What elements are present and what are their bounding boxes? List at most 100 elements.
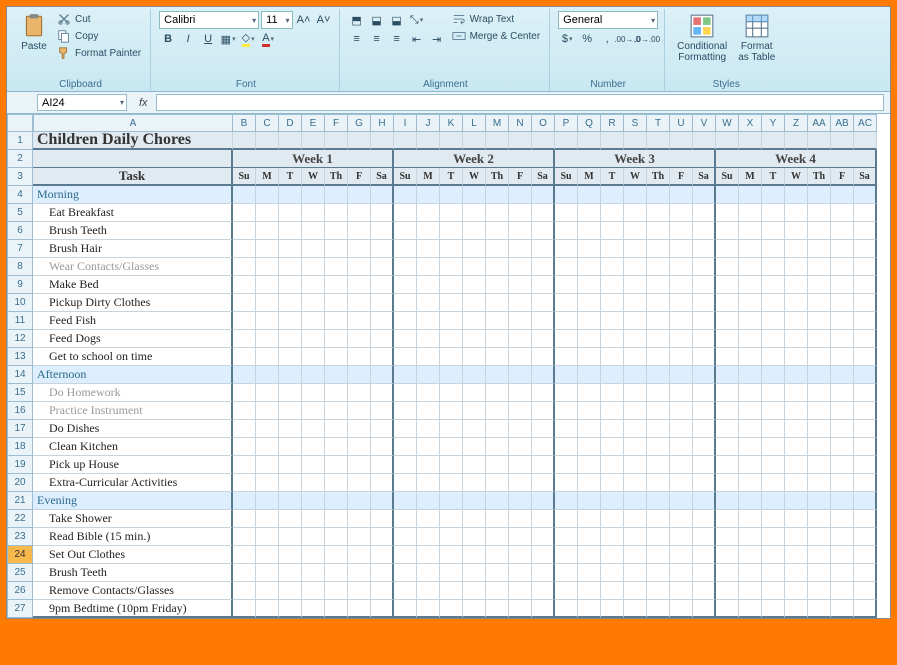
- cell[interactable]: [762, 474, 785, 492]
- cell[interactable]: [762, 456, 785, 474]
- task-label[interactable]: Pick up House: [33, 456, 233, 474]
- cell[interactable]: [854, 510, 877, 528]
- cell[interactable]: [831, 582, 854, 600]
- task-label[interactable]: Do Dishes: [33, 420, 233, 438]
- cell[interactable]: [325, 222, 348, 240]
- cell[interactable]: [762, 258, 785, 276]
- cell[interactable]: [486, 438, 509, 456]
- cell[interactable]: [601, 438, 624, 456]
- cell[interactable]: [532, 276, 555, 294]
- cell[interactable]: [808, 582, 831, 600]
- cell[interactable]: [555, 222, 578, 240]
- cell[interactable]: [670, 402, 693, 420]
- cell[interactable]: [716, 294, 739, 312]
- cell[interactable]: [831, 510, 854, 528]
- day-header[interactable]: Th: [647, 168, 670, 186]
- cell[interactable]: [716, 240, 739, 258]
- cell[interactable]: [509, 204, 532, 222]
- cell[interactable]: [578, 600, 601, 618]
- cell[interactable]: [578, 384, 601, 402]
- column-header[interactable]: W: [716, 114, 739, 132]
- cell[interactable]: [417, 420, 440, 438]
- cell[interactable]: [647, 528, 670, 546]
- week-header[interactable]: Week 1: [233, 150, 394, 168]
- cell[interactable]: [555, 204, 578, 222]
- cell[interactable]: [624, 474, 647, 492]
- cell[interactable]: [555, 294, 578, 312]
- cell[interactable]: [233, 330, 256, 348]
- cell[interactable]: [716, 132, 739, 150]
- cell[interactable]: [463, 384, 486, 402]
- cell[interactable]: [532, 600, 555, 618]
- cell[interactable]: [463, 186, 486, 204]
- cell[interactable]: [233, 600, 256, 618]
- cell[interactable]: [486, 402, 509, 420]
- cell[interactable]: [854, 492, 877, 510]
- cell[interactable]: [831, 312, 854, 330]
- cell[interactable]: [463, 258, 486, 276]
- cell[interactable]: [647, 384, 670, 402]
- cell[interactable]: [486, 240, 509, 258]
- cell[interactable]: [302, 258, 325, 276]
- cell[interactable]: [693, 258, 716, 276]
- cell[interactable]: [785, 600, 808, 618]
- cell[interactable]: [808, 438, 831, 456]
- column-header[interactable]: O: [532, 114, 555, 132]
- row-header[interactable]: 10: [7, 294, 33, 312]
- cell[interactable]: [302, 384, 325, 402]
- cell[interactable]: [348, 294, 371, 312]
- cell[interactable]: [831, 528, 854, 546]
- cell[interactable]: [785, 582, 808, 600]
- cell[interactable]: [486, 528, 509, 546]
- day-header[interactable]: T: [279, 168, 302, 186]
- cell[interactable]: [601, 258, 624, 276]
- cell[interactable]: [670, 474, 693, 492]
- cell[interactable]: [463, 348, 486, 366]
- cell[interactable]: [831, 402, 854, 420]
- cell[interactable]: [463, 222, 486, 240]
- cell[interactable]: [371, 294, 394, 312]
- cell[interactable]: [601, 528, 624, 546]
- cell[interactable]: [831, 186, 854, 204]
- cell[interactable]: [739, 276, 762, 294]
- cell[interactable]: [647, 546, 670, 564]
- cell[interactable]: [463, 564, 486, 582]
- cell[interactable]: [808, 600, 831, 618]
- cell[interactable]: [509, 330, 532, 348]
- cell[interactable]: [532, 132, 555, 150]
- day-header[interactable]: Th: [325, 168, 348, 186]
- cell[interactable]: [348, 528, 371, 546]
- cell[interactable]: [486, 600, 509, 618]
- cell[interactable]: [371, 600, 394, 618]
- cell[interactable]: [854, 600, 877, 618]
- day-header[interactable]: T: [440, 168, 463, 186]
- cell[interactable]: [739, 258, 762, 276]
- task-label[interactable]: Brush Teeth: [33, 222, 233, 240]
- cell[interactable]: [417, 204, 440, 222]
- task-header[interactable]: Task: [33, 168, 233, 186]
- cell[interactable]: [486, 294, 509, 312]
- cell[interactable]: [601, 186, 624, 204]
- cell[interactable]: [785, 366, 808, 384]
- cell[interactable]: [325, 348, 348, 366]
- cell[interactable]: [394, 294, 417, 312]
- cell[interactable]: [532, 528, 555, 546]
- cell[interactable]: [785, 528, 808, 546]
- cell[interactable]: [808, 222, 831, 240]
- cell[interactable]: [348, 474, 371, 492]
- cell[interactable]: [440, 294, 463, 312]
- cell[interactable]: [670, 564, 693, 582]
- cell[interactable]: [256, 546, 279, 564]
- day-header[interactable]: Sa: [371, 168, 394, 186]
- day-header[interactable]: Sa: [693, 168, 716, 186]
- cell[interactable]: [716, 222, 739, 240]
- row-header[interactable]: 26: [7, 582, 33, 600]
- cell[interactable]: [509, 546, 532, 564]
- cell[interactable]: [256, 276, 279, 294]
- column-header[interactable]: P: [555, 114, 578, 132]
- cell[interactable]: [808, 204, 831, 222]
- cell[interactable]: [394, 456, 417, 474]
- cell[interactable]: [532, 438, 555, 456]
- cell[interactable]: [578, 204, 601, 222]
- cell[interactable]: [624, 294, 647, 312]
